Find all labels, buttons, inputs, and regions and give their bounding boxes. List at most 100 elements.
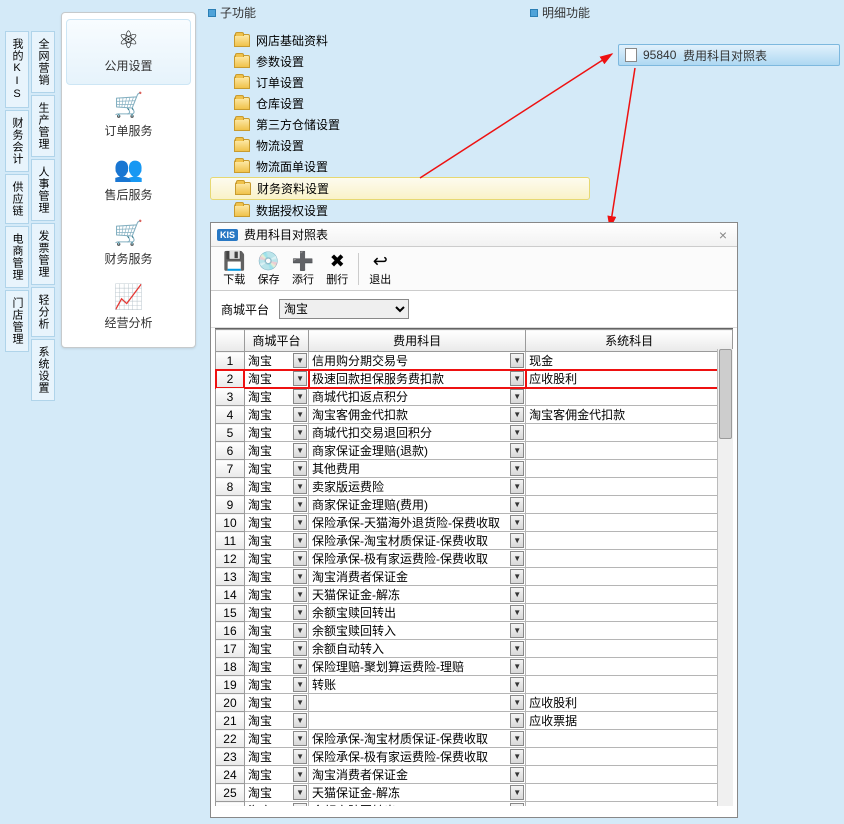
table-row[interactable]: 8淘宝卖家版运费险: [216, 478, 733, 496]
table-row[interactable]: 25淘宝天猫保证金-解冻: [216, 784, 733, 802]
tree-item[interactable]: 财务资料设置: [210, 177, 590, 200]
cell-fee[interactable]: 天猫保证金-解冻: [309, 784, 526, 802]
cell-platform[interactable]: 淘宝: [244, 712, 308, 730]
table-row[interactable]: 20淘宝应收股利: [216, 694, 733, 712]
vtab[interactable]: 人事管理: [31, 159, 55, 221]
toolbar-删行-button[interactable]: ✖删行: [320, 249, 354, 289]
cell-system[interactable]: [526, 514, 733, 532]
cell-fee[interactable]: 保险承保-极有家运费险-保费收取: [309, 748, 526, 766]
tree-item[interactable]: 网店基础资料: [210, 30, 605, 51]
cell-platform[interactable]: 淘宝: [244, 532, 308, 550]
cell-fee[interactable]: [309, 694, 526, 712]
table-row[interactable]: 15淘宝余额宝赎回转出: [216, 604, 733, 622]
cell-platform[interactable]: 淘宝: [244, 748, 308, 766]
vtab[interactable]: 生产管理: [31, 95, 55, 157]
cell-system[interactable]: [526, 586, 733, 604]
cell-fee[interactable]: 淘宝消费者保证金: [309, 766, 526, 784]
cell-system[interactable]: [526, 496, 733, 514]
cell-fee[interactable]: 淘宝消费者保证金: [309, 568, 526, 586]
cell-platform[interactable]: 淘宝: [244, 730, 308, 748]
table-row[interactable]: 17淘宝余额自动转入: [216, 640, 733, 658]
vtab[interactable]: 门店管理: [5, 290, 29, 352]
vtab[interactable]: 财务会计: [5, 110, 29, 172]
table-row[interactable]: 16淘宝余额宝赎回转入: [216, 622, 733, 640]
cell-platform[interactable]: 淘宝: [244, 622, 308, 640]
cell-fee[interactable]: 极速回款担保服务费扣款: [309, 370, 526, 388]
tree-item[interactable]: 订单设置: [210, 72, 605, 93]
cell-platform[interactable]: 淘宝: [244, 352, 308, 370]
cell-fee[interactable]: 余额宝赎回转入: [309, 622, 526, 640]
vtab[interactable]: 发票管理: [31, 223, 55, 285]
cell-platform[interactable]: 淘宝: [244, 424, 308, 442]
cell-fee[interactable]: 信用购分期交易号: [309, 352, 526, 370]
vtab[interactable]: 供应链: [5, 174, 29, 224]
toolbar-下载-button[interactable]: 💾下载: [217, 249, 251, 289]
toolbar-退出-button[interactable]: ↩退出: [363, 249, 397, 289]
table-row[interactable]: 18淘宝保险理赔-聚划算运费险-理赔: [216, 658, 733, 676]
cell-system[interactable]: [526, 622, 733, 640]
vtab[interactable]: 我的KIS: [5, 31, 29, 108]
cell-platform[interactable]: 淘宝: [244, 784, 308, 802]
tree-item[interactable]: 物流面单设置: [210, 156, 605, 177]
table-row[interactable]: 26淘宝余额宝赎回转出: [216, 802, 733, 807]
cell-fee[interactable]: [309, 712, 526, 730]
cell-fee[interactable]: 余额宝赎回转出: [309, 604, 526, 622]
sidebar-item[interactable]: 🛒财务服务: [62, 213, 195, 277]
table-row[interactable]: 4淘宝淘宝客佣金代扣款淘宝客佣金代扣款: [216, 406, 733, 424]
cell-fee[interactable]: 淘宝客佣金代扣款: [309, 406, 526, 424]
cell-fee[interactable]: 保险承保-天猫海外退货险-保费收取: [309, 514, 526, 532]
table-row[interactable]: 7淘宝其他费用: [216, 460, 733, 478]
cell-platform[interactable]: 淘宝: [244, 694, 308, 712]
close-icon[interactable]: ×: [715, 227, 731, 243]
vertical-scrollbar[interactable]: [717, 349, 733, 806]
cell-platform[interactable]: 淘宝: [244, 640, 308, 658]
toolbar-保存-button[interactable]: 💿保存: [251, 249, 285, 289]
cell-fee[interactable]: 其他费用: [309, 460, 526, 478]
cell-system[interactable]: [526, 460, 733, 478]
cell-system[interactable]: 现金: [526, 352, 733, 370]
cell-system[interactable]: [526, 658, 733, 676]
cell-platform[interactable]: 淘宝: [244, 370, 308, 388]
cell-system[interactable]: [526, 802, 733, 807]
cell-fee[interactable]: 商城代扣交易退回积分: [309, 424, 526, 442]
cell-system[interactable]: [526, 568, 733, 586]
cell-fee[interactable]: 商城代扣返点积分: [309, 388, 526, 406]
cell-system[interactable]: [526, 550, 733, 568]
cell-system[interactable]: [526, 784, 733, 802]
cell-platform[interactable]: 淘宝: [244, 514, 308, 532]
table-row[interactable]: 23淘宝保险承保-极有家运费险-保费收取: [216, 748, 733, 766]
cell-fee[interactable]: 天猫保证金-解冻: [309, 586, 526, 604]
cell-system[interactable]: [526, 604, 733, 622]
table-row[interactable]: 24淘宝淘宝消费者保证金: [216, 766, 733, 784]
cell-platform[interactable]: 淘宝: [244, 568, 308, 586]
table-row[interactable]: 11淘宝保险承保-淘宝材质保证-保费收取: [216, 532, 733, 550]
sidebar-item[interactable]: ⚛公用设置: [66, 19, 191, 85]
vtab[interactable]: 系统设置: [31, 339, 55, 401]
cell-fee[interactable]: 余额自动转入: [309, 640, 526, 658]
table-row[interactable]: 21淘宝应收票据: [216, 712, 733, 730]
table-row[interactable]: 13淘宝淘宝消费者保证金: [216, 568, 733, 586]
detail-tab[interactable]: 95840 费用科目对照表: [618, 44, 840, 66]
platform-select[interactable]: 淘宝: [279, 299, 409, 319]
cell-platform[interactable]: 淘宝: [244, 658, 308, 676]
cell-fee[interactable]: 保险承保-极有家运费险-保费收取: [309, 550, 526, 568]
cell-platform[interactable]: 淘宝: [244, 406, 308, 424]
cell-fee[interactable]: 商家保证金理赔(费用): [309, 496, 526, 514]
cell-platform[interactable]: 淘宝: [244, 496, 308, 514]
vtab[interactable]: 电商管理: [5, 226, 29, 288]
cell-system[interactable]: [526, 676, 733, 694]
cell-fee[interactable]: 保险承保-淘宝材质保证-保费收取: [309, 532, 526, 550]
cell-system[interactable]: [526, 424, 733, 442]
cell-platform[interactable]: 淘宝: [244, 676, 308, 694]
cell-system[interactable]: [526, 748, 733, 766]
sidebar-item[interactable]: 📈经营分析: [62, 277, 195, 341]
tree-item[interactable]: 数据授权设置: [210, 200, 605, 221]
cell-fee[interactable]: 商家保证金理赔(退款): [309, 442, 526, 460]
table-row[interactable]: 5淘宝商城代扣交易退回积分: [216, 424, 733, 442]
cell-system[interactable]: [526, 640, 733, 658]
cell-fee[interactable]: 保险理赔-聚划算运费险-理赔: [309, 658, 526, 676]
tree-item[interactable]: 物流设置: [210, 135, 605, 156]
cell-platform[interactable]: 淘宝: [244, 388, 308, 406]
cell-platform[interactable]: 淘宝: [244, 604, 308, 622]
cell-fee[interactable]: 余额宝赎回转出: [309, 802, 526, 807]
